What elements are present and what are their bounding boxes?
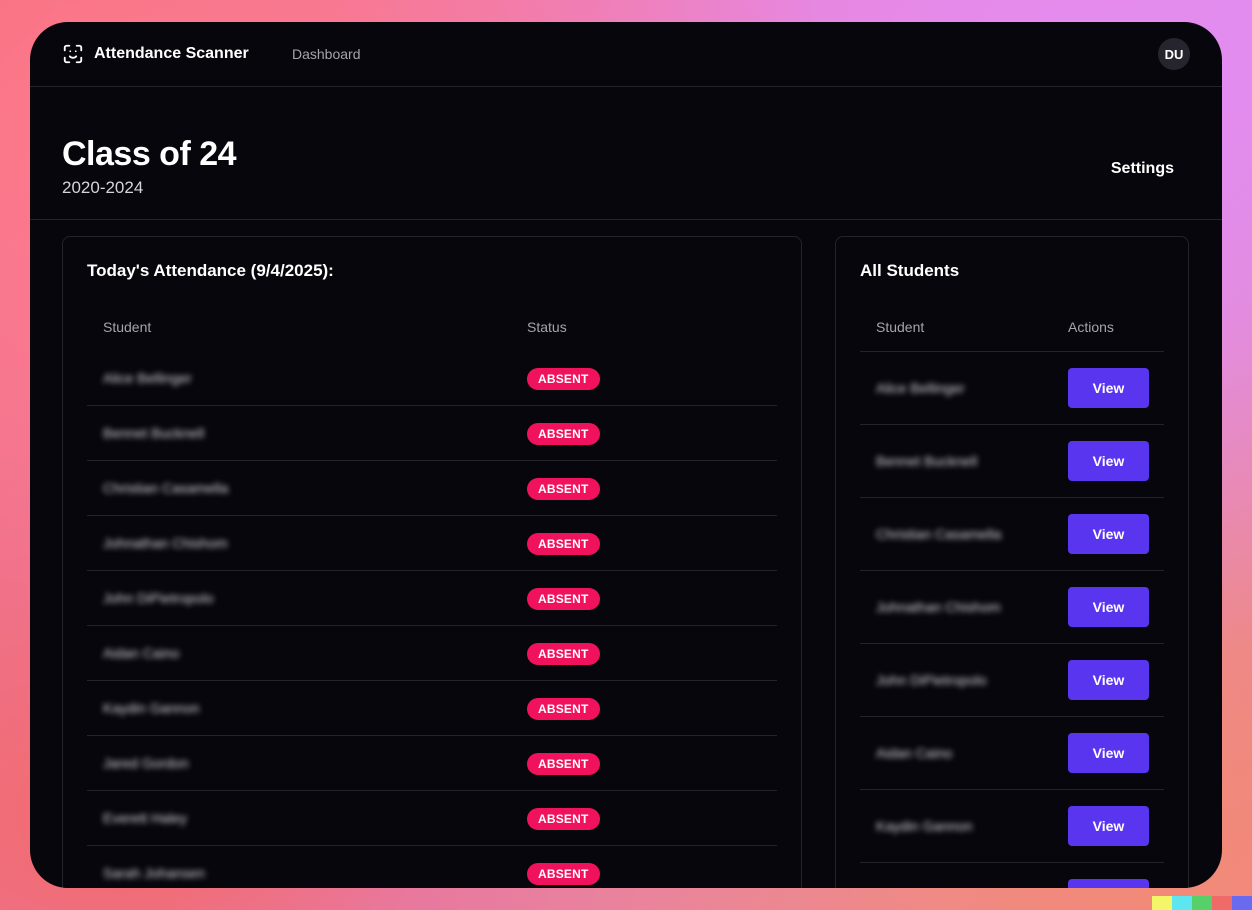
page-header: Class of 24 2020-2024 Settings [30, 87, 1222, 220]
student-row: Bennet Bucknell View [860, 425, 1164, 498]
attendance-row: Alice Bellinger ABSENT [87, 351, 777, 406]
user-avatar[interactable]: DU [1158, 38, 1190, 70]
student-row: Aidan Caino View [860, 717, 1164, 790]
col-header-student: Student [876, 319, 925, 335]
student-row: Alice Bellinger View [860, 352, 1164, 425]
student-rows: Alice Bellinger View Bennet Bucknell View Ch… [860, 352, 1164, 888]
view-student-button[interactable]: View [1068, 660, 1149, 700]
status-badge: ABSENT [527, 753, 600, 775]
all-students-card: All Students Student Actions Alice Belli… [835, 236, 1189, 888]
face-scan-icon [63, 44, 83, 64]
brand[interactable]: Attendance Scanner [62, 43, 249, 65]
status-badge: ABSENT [527, 863, 600, 885]
attendance-row: Sarah Johansen ABSENT [87, 846, 777, 888]
view-student-button[interactable]: View [1068, 587, 1149, 627]
view-student-button[interactable]: View [1068, 733, 1149, 773]
view-student-button[interactable]: View [1068, 368, 1149, 408]
student-row: Christian Casamella View [860, 498, 1164, 571]
attendance-title: Today's Attendance (9/4/2025): [87, 261, 334, 280]
attendance-row: Aidan Caino ABSENT [87, 626, 777, 681]
status-badge: ABSENT [527, 533, 600, 555]
settings-link[interactable]: Settings [1111, 160, 1174, 178]
student-name: Johnathan Chishom [876, 599, 1001, 615]
student-name: Christian Casamella [103, 480, 229, 496]
status-badge: ABSENT [527, 478, 600, 500]
status-badge: ABSENT [527, 368, 600, 390]
student-name: John DiPietropolo [876, 672, 987, 688]
attendance-rows: Alice Bellinger ABSENT Bennet Bucknell ABSE… [87, 351, 777, 888]
view-student-button[interactable]: View [1068, 806, 1149, 846]
page-title: Class of 24 [62, 135, 237, 173]
attendance-row: Everett Haley ABSENT [87, 791, 777, 846]
view-student-button[interactable]: View [1068, 441, 1149, 481]
student-row: Johnathan Chishom View [860, 571, 1164, 644]
col-header-actions: Actions [1068, 319, 1114, 335]
student-name: Alice Bellinger [103, 370, 192, 386]
class-years: 2020-2024 [62, 178, 144, 197]
student-name: Christian Casamella [876, 526, 1002, 542]
student-name: Kaydin Gannon [103, 700, 200, 716]
status-badge: ABSENT [527, 423, 600, 445]
student-name: Aidan Caino [876, 745, 953, 761]
attendance-row: Bennet Bucknell ABSENT [87, 406, 777, 461]
attendance-table-header: Student Status [87, 319, 777, 339]
student-row: John DiPietropolo View [860, 644, 1164, 717]
student-name: Everett Haley [103, 810, 188, 826]
attendance-row: Kaydin Gannon ABSENT [87, 681, 777, 736]
top-navigation: Attendance Scanner Dashboard DU [30, 22, 1222, 87]
view-student-button[interactable]: View [1068, 879, 1149, 888]
color-swatches [1152, 896, 1252, 910]
all-students-title: All Students [860, 261, 960, 280]
student-row: Kaydin Gannon View [860, 790, 1164, 863]
student-name: Johnathan Chishom [103, 535, 228, 551]
status-badge: ABSENT [527, 588, 600, 610]
status-badge: ABSENT [527, 643, 600, 665]
student-name: Sarah Johansen [103, 865, 205, 881]
nav-dashboard[interactable]: Dashboard [292, 46, 361, 62]
status-badge: ABSENT [527, 698, 600, 720]
attendance-row: Johnathan Chishom ABSENT [87, 516, 777, 571]
student-name: Alice Bellinger [876, 380, 965, 396]
attendance-row: Jared Gordon ABSENT [87, 736, 777, 791]
attendance-card: Today's Attendance (9/4/2025): Student S… [62, 236, 802, 888]
attendance-row: John DiPietropolo ABSENT [87, 571, 777, 626]
app-window: Attendance Scanner Dashboard DU Class of… [30, 22, 1222, 888]
student-name: Bennet Bucknell [103, 425, 205, 441]
student-name: John DiPietropolo [103, 590, 214, 606]
view-student-button[interactable]: View [1068, 514, 1149, 554]
student-name: Jared Gordon [103, 755, 189, 771]
student-name: Kaydin Gannon [876, 818, 973, 834]
app-title: Attendance Scanner [94, 45, 249, 62]
col-header-status: Status [527, 319, 567, 335]
student-name: Aidan Caino [103, 645, 180, 661]
status-badge: ABSENT [527, 808, 600, 830]
attendance-row: Christian Casamella ABSENT [87, 461, 777, 516]
student-row: Jared GordonView [860, 863, 1164, 888]
student-name: Bennet Bucknell [876, 453, 978, 469]
col-header-student: Student [103, 319, 152, 335]
students-table-header: Student Actions [860, 319, 1164, 352]
